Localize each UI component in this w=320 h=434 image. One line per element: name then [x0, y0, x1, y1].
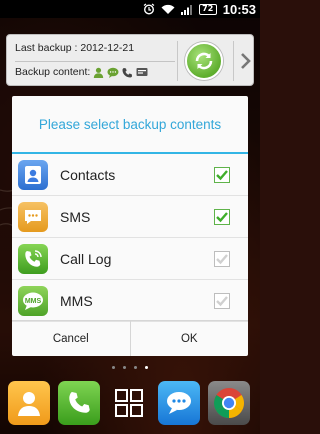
option-row-mms[interactable]: MMS MMS	[12, 280, 248, 322]
app-drawer-icon[interactable]	[108, 381, 150, 425]
signal-icon	[180, 4, 193, 15]
mms-icon	[136, 67, 148, 76]
status-bar: 72 10:53	[0, 0, 260, 18]
dialog-title: Please select backup contents	[12, 96, 248, 154]
dialog-button-bar: Cancel OK	[12, 320, 248, 356]
contacts-icon	[18, 159, 48, 190]
page-dot	[134, 366, 137, 369]
battery-icon: 72	[198, 3, 217, 15]
backup-content-label: Backup content:	[15, 66, 91, 78]
contacts-checkbox[interactable]	[214, 167, 230, 183]
mms-checkbox[interactable]	[214, 293, 230, 309]
cancel-button[interactable]: Cancel	[12, 321, 130, 356]
sms-icon	[18, 201, 48, 232]
contacts-app-icon[interactable]	[8, 381, 50, 425]
sync-icon[interactable]	[185, 42, 223, 80]
svg-text:MMS: MMS	[25, 298, 42, 305]
status-clock: 10:53	[222, 1, 256, 17]
sms-checkbox[interactable]	[214, 209, 230, 225]
widget-separator	[233, 41, 234, 81]
page-dot-active	[145, 366, 148, 369]
sms-icon	[107, 67, 119, 78]
backup-contents-dialog: Please select backup contents Contacts S…	[12, 96, 248, 356]
call-icon	[122, 67, 133, 77]
widget-divider	[15, 61, 175, 62]
chrome-app-icon[interactable]	[208, 381, 250, 425]
app-dock	[0, 378, 260, 434]
wifi-icon	[161, 4, 175, 15]
last-backup-text: Last backup : 2012-12-21	[15, 42, 135, 54]
mms-icon: MMS	[18, 285, 48, 316]
option-label: SMS	[60, 208, 91, 225]
phone-app-icon[interactable]	[58, 381, 100, 425]
backup-content-row: Backup content:	[15, 66, 148, 78]
ok-button[interactable]: OK	[129, 321, 249, 356]
page-indicator	[0, 366, 260, 369]
backup-info[interactable]: Last backup : 2012-12-21 Backup content:	[13, 35, 177, 87]
option-label: MMS	[60, 292, 93, 309]
call-log-checkbox[interactable]	[214, 251, 230, 267]
backup-widget[interactable]: Last backup : 2012-12-21 Backup content:	[6, 34, 254, 86]
chevron-right-icon[interactable]	[237, 51, 253, 75]
contacts-icon	[94, 67, 104, 78]
option-label: Contacts	[60, 166, 116, 183]
page-dot	[123, 366, 126, 369]
option-row-call-log[interactable]: Call Log	[12, 238, 248, 280]
option-row-sms[interactable]: SMS	[12, 196, 248, 238]
option-row-contacts[interactable]: Contacts	[12, 154, 248, 196]
call-log-icon	[18, 243, 48, 274]
messaging-app-icon[interactable]	[158, 381, 200, 425]
option-label: Call Log	[60, 250, 112, 267]
widget-separator	[177, 41, 178, 81]
page-dot	[112, 366, 115, 369]
alarm-icon	[143, 3, 155, 15]
